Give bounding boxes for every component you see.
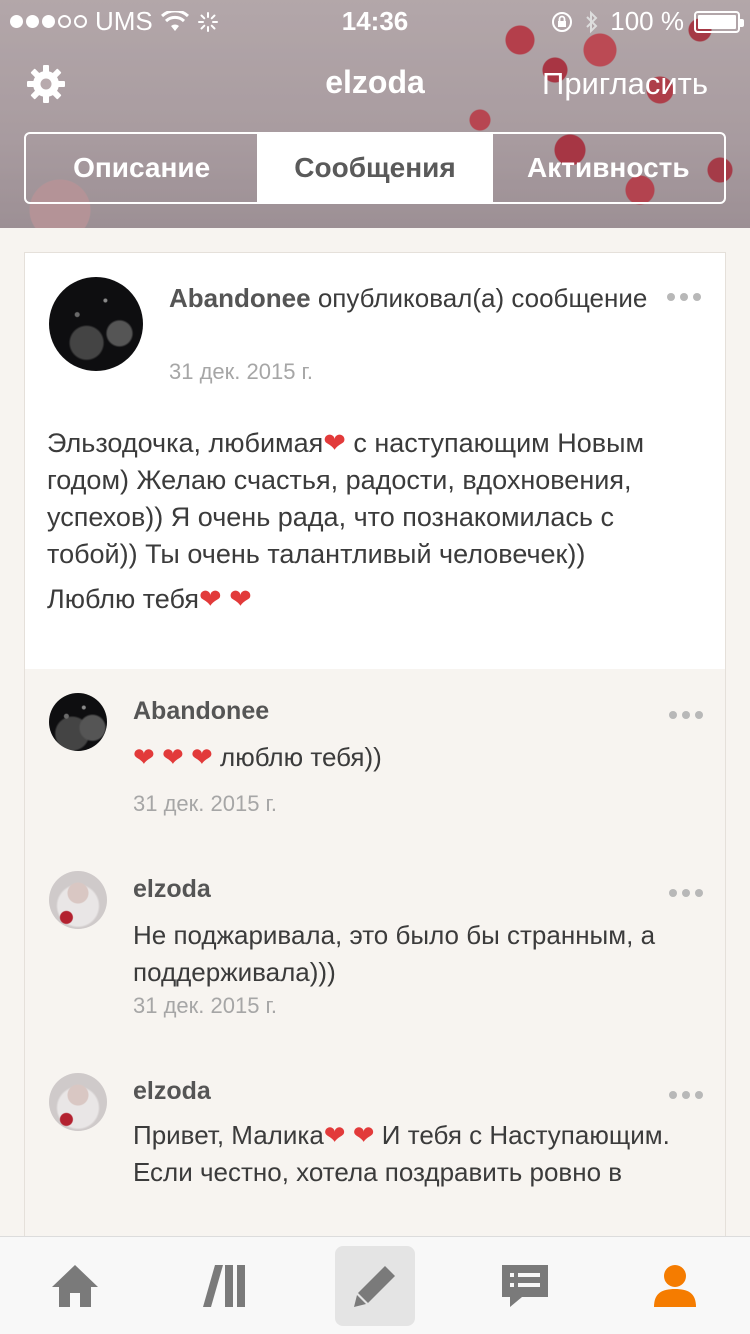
post-body: Эльзодочка, любимая❤ с наступающим Новым…: [47, 425, 707, 618]
comment-author[interactable]: elzoda: [133, 875, 211, 904]
comment-text: Привет, Малика❤ ❤ И тебя с Наступающим. …: [133, 1117, 673, 1191]
status-bar: UMS 14:36 100 %: [0, 0, 750, 40]
message-card: Abandonee опубликовал(а) сообщение 31 де…: [24, 252, 726, 1252]
bluetooth-icon: [586, 10, 598, 33]
comments-list: Abandonee ❤ ❤ ❤ люблю тебя)) 31 дек. 201…: [25, 669, 725, 1251]
tab-compose[interactable]: [300, 1237, 450, 1334]
more-options-icon[interactable]: [669, 711, 703, 719]
library-icon: [203, 1265, 245, 1307]
compose-icon: [354, 1266, 395, 1307]
post-header: Abandonee опубликовал(а) сообщение: [169, 281, 649, 315]
tab-description[interactable]: Описание: [26, 134, 257, 202]
post-date: 31 дек. 2015 г.: [169, 359, 314, 384]
post-text-part1: Эльзодочка, любимая: [47, 428, 324, 458]
post-text-part3: Люблю тебя: [47, 584, 199, 614]
comment-author[interactable]: Abandonee: [133, 697, 269, 726]
profile-icon: [654, 1265, 696, 1307]
battery-percent: 100 %: [610, 6, 684, 36]
comment-item: elzoda Не поджаривала, это было бы стран…: [25, 847, 725, 1049]
comment-item: Abandonee ❤ ❤ ❤ люблю тебя)) 31 дек. 201…: [25, 669, 725, 859]
comment-text: Не поджаривала, это было бы странным, а …: [133, 920, 656, 987]
post-action: опубликовал(а) сообщение: [317, 283, 648, 313]
comment-date: 31 дек. 2015 г.: [133, 993, 278, 1018]
heart-icon: ❤: [199, 584, 222, 614]
more-options-icon[interactable]: [669, 889, 703, 897]
comment-text: ❤ ❤ ❤ люблю тебя)): [133, 739, 673, 776]
tab-library[interactable]: [150, 1237, 300, 1334]
messages-icon: [502, 1265, 548, 1307]
segmented-tabs: Описание Сообщения Активность: [24, 132, 726, 204]
home-icon: [52, 1265, 98, 1307]
avatar[interactable]: [49, 1073, 107, 1131]
comment-author[interactable]: elzoda: [133, 1077, 211, 1106]
navigation-bar: elzoda Пригласить: [0, 52, 750, 116]
comment-text-part1: Привет, Малика: [133, 1120, 324, 1150]
tab-profile[interactable]: [600, 1237, 750, 1334]
tab-activity[interactable]: Активность: [490, 134, 724, 202]
heart-icon: ❤: [229, 584, 252, 614]
heart-icon: ❤: [323, 428, 346, 458]
compose-button-bg: [335, 1246, 415, 1326]
more-options-icon[interactable]: [667, 293, 701, 301]
hearts-icon: ❤ ❤ ❤: [133, 742, 213, 772]
post-author[interactable]: Abandonee: [169, 283, 311, 313]
invite-button[interactable]: Пригласить: [542, 66, 708, 102]
rotation-lock-icon: [552, 11, 573, 32]
comment-date: 31 дек. 2015 г.: [133, 791, 278, 816]
more-options-icon[interactable]: [669, 1091, 703, 1099]
avatar[interactable]: [49, 277, 143, 371]
tab-home[interactable]: [0, 1237, 150, 1334]
tab-bar: [0, 1236, 750, 1334]
battery-icon: [694, 10, 744, 33]
comment-item: elzoda Привет, Малика❤ ❤ И тебя с Наступ…: [25, 1049, 725, 1251]
hearts-icon: ❤ ❤: [323, 1120, 375, 1150]
post: Abandonee опубликовал(а) сообщение 31 де…: [25, 253, 725, 669]
tab-messages[interactable]: Сообщения: [257, 134, 491, 202]
avatar[interactable]: [49, 693, 107, 751]
tab-messages-nav[interactable]: [450, 1237, 600, 1334]
comment-text-body: люблю тебя)): [212, 742, 382, 772]
avatar[interactable]: [49, 871, 107, 929]
